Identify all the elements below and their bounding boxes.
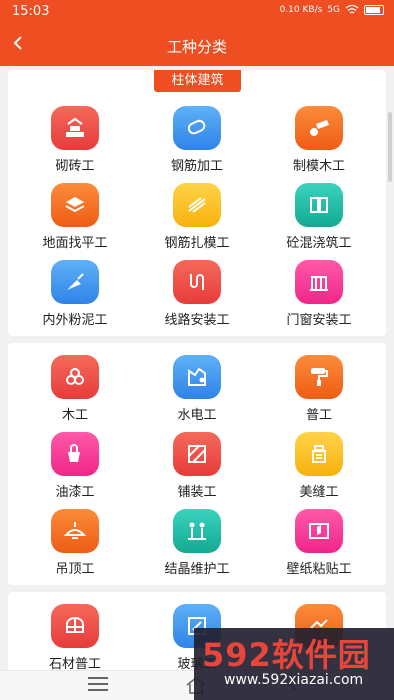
trade-label: 钢筋扎模工 — [164, 236, 230, 251]
trade-label: 铺装工 — [177, 485, 217, 500]
trade-item[interactable]: 结晶维护工 — [142, 509, 252, 579]
trade-item[interactable]: 钢筋扎模工 — [142, 183, 252, 253]
trowel-icon — [51, 260, 99, 304]
status-time: 15:03 — [12, 4, 50, 19]
trade-label: 壁纸粘贴工 — [286, 562, 352, 577]
trade-label: 水电工 — [177, 408, 217, 423]
network-speed: 0.10 KB/s — [279, 5, 323, 15]
trade-label: 线路安装工 — [164, 313, 230, 328]
trade-item[interactable]: 木工 — [20, 355, 130, 425]
tile-icon — [173, 432, 221, 476]
status-icons: 0.10 KB/s 5G — [280, 5, 384, 15]
trade-item[interactable]: 美缝工 — [264, 432, 374, 502]
trade-item[interactable]: 线路安装工 — [142, 260, 252, 330]
paint-roller-icon — [295, 355, 343, 399]
trade-item[interactable]: 砌砖工 — [20, 106, 130, 176]
logs-icon — [51, 355, 99, 399]
battery-icon — [364, 5, 384, 15]
trade-item[interactable]: 砼混浇筑工 — [264, 183, 374, 253]
trade-item[interactable]: 水电工 — [142, 355, 252, 425]
category-section-columns: 柱体建筑 砌砖工 钢筋加工 制模木工 地面找平工 钢筋扎模工 砼混浇筑工 内外粉… — [8, 70, 386, 336]
wifi-icon — [345, 5, 359, 14]
trade-label: 吊顶工 — [55, 562, 95, 577]
watermark-logo: 592软件园 — [202, 636, 371, 674]
menu-icon[interactable] — [88, 677, 108, 695]
bundle-icon — [173, 183, 221, 227]
trade-label: 油漆工 — [55, 485, 95, 500]
trade-item[interactable]: 内外粉泥工 — [20, 260, 130, 330]
watermark-url: www.592xiazai.com — [224, 672, 364, 688]
sealant-icon — [295, 432, 343, 476]
trade-label: 内外粉泥工 — [42, 313, 108, 328]
concrete-icon — [295, 183, 343, 227]
ceiling-lamp-icon — [51, 509, 99, 553]
status-bar: 15:03 0.10 KB/s 5G — [0, 0, 394, 26]
trade-label: 地面找平工 — [42, 236, 108, 251]
trade-item[interactable]: 钢筋加工 — [142, 106, 252, 176]
watermark: 592软件园 www.592xiazai.com — [194, 628, 394, 700]
trade-label: 制模木工 — [292, 159, 345, 174]
trade-label: 美缝工 — [299, 485, 339, 500]
stone-icon — [51, 604, 99, 648]
scrollbar[interactable] — [388, 112, 392, 182]
door-window-icon — [295, 260, 343, 304]
maintenance-icon — [173, 509, 221, 553]
trade-item[interactable]: 铺装工 — [142, 432, 252, 502]
plumbing-icon — [173, 355, 221, 399]
page-title: 工种分类 — [166, 38, 227, 56]
trade-label: 门窗安装工 — [286, 313, 352, 328]
trade-item[interactable]: 吊顶工 — [20, 509, 130, 579]
layers-icon — [51, 183, 99, 227]
trade-item[interactable]: 石材普工 — [20, 604, 130, 674]
trade-label: 木工 — [61, 408, 88, 423]
trade-label: 砌砖工 — [55, 159, 95, 174]
wiring-icon — [173, 260, 221, 304]
trade-label: 普工 — [305, 408, 332, 423]
trade-label: 结晶维护工 — [164, 562, 230, 577]
rebar-icon — [173, 106, 221, 150]
signal-label: 5G — [327, 5, 340, 15]
trade-label: 钢筋加工 — [170, 159, 223, 174]
trade-item[interactable]: 地面找平工 — [20, 183, 130, 253]
trade-item[interactable]: 普工 — [264, 355, 374, 425]
trade-item[interactable]: 门窗安装工 — [264, 260, 374, 330]
trade-item[interactable]: 油漆工 — [20, 432, 130, 502]
wood-logs-icon — [295, 106, 343, 150]
wallpaper-icon — [295, 509, 343, 553]
trade-item[interactable]: 制模木工 — [264, 106, 374, 176]
trade-item[interactable]: 壁纸粘贴工 — [264, 509, 374, 579]
section-tag: 柱体建筑 — [154, 70, 241, 92]
brick-wall-icon — [51, 106, 99, 150]
paint-bucket-icon — [51, 432, 99, 476]
app-header: 工种分类 — [0, 26, 394, 66]
trade-label: 砼混浇筑工 — [286, 236, 352, 251]
category-section-decoration: 木工 水电工 普工 油漆工 铺装工 美缝工 吊顶工 结晶维护工 壁纸粘贴工 — [8, 343, 386, 585]
